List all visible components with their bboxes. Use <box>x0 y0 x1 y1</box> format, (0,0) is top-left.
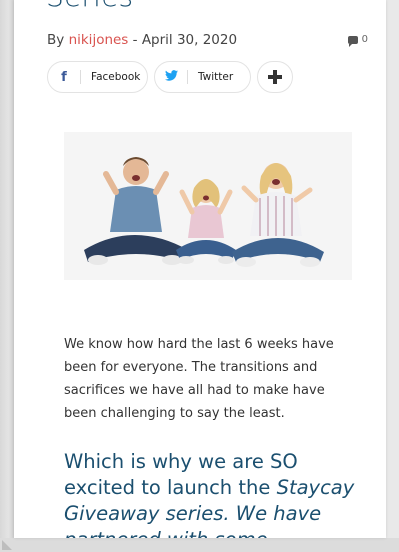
bottom-frame-edge <box>0 538 399 552</box>
facebook-share-button[interactable]: f Facebook <box>47 61 148 93</box>
twitter-share-button[interactable]: Twitter <box>154 61 251 93</box>
divider <box>187 70 188 84</box>
comment-count-link[interactable]: 0 <box>347 34 368 47</box>
byline: By nikijones - April 30, 2020 <box>47 32 237 48</box>
divider <box>80 70 81 84</box>
intro-paragraph: We know how hard the last 6 weeks have b… <box>64 337 334 421</box>
article-title: Series <box>46 0 133 13</box>
twitter-share-label: Twitter <box>198 71 234 83</box>
share-buttons: f Facebook Twitter <box>47 61 293 93</box>
author-link[interactable]: nikijones <box>69 32 129 48</box>
article-card: Series By nikijones - April 30, 2020 0 f… <box>14 0 386 538</box>
comment-icon <box>347 35 358 47</box>
left-frame-edge <box>0 0 14 552</box>
comment-count: 0 <box>361 34 368 45</box>
family-photo <box>64 132 352 280</box>
twitter-icon <box>155 69 187 85</box>
article-headline: Which is why we are SO excited to launch… <box>64 449 364 538</box>
post-date: April 30, 2020 <box>141 32 238 48</box>
byline-prefix: By <box>47 32 65 48</box>
headline-text: Which is why we are SO excited to launch… <box>64 450 298 500</box>
plus-icon <box>268 70 282 84</box>
more-share-button[interactable] <box>257 61 293 93</box>
byline-separator: - <box>132 32 138 48</box>
facebook-icon: f <box>61 69 67 85</box>
facebook-share-label: Facebook <box>91 71 141 83</box>
family-illustration <box>64 132 352 280</box>
